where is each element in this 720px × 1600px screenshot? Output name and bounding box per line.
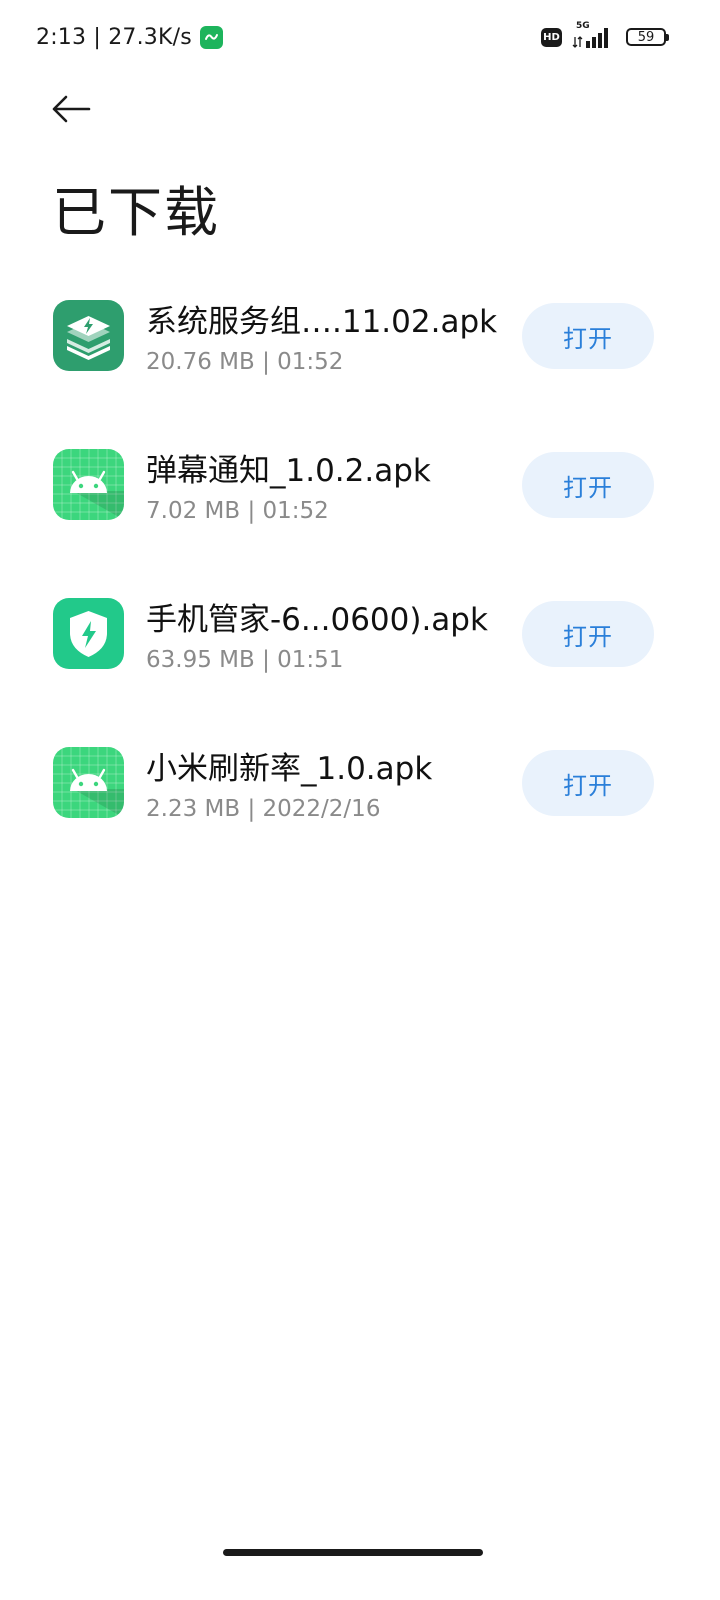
battery-level: 59 <box>637 29 655 45</box>
android-icon <box>53 747 124 818</box>
list-item[interactable]: 小米刷新率_1.0.apk 2.23 MB | 2022/2/16 打开 <box>0 733 720 882</box>
home-indicator[interactable] <box>223 1549 483 1556</box>
file-meta: 20.76 MB | 01:52 <box>146 349 344 375</box>
download-list: 系统服务组….11.02.apk 20.76 MB | 01:52 打开 弹幕通… <box>0 286 720 882</box>
open-button[interactable]: 打开 <box>522 303 654 369</box>
page-title: 已下载 <box>52 181 220 244</box>
android-icon <box>53 449 124 520</box>
file-name: 手机管家-6...0600).apk <box>146 602 488 638</box>
signal-icon: 5G <box>572 21 616 50</box>
list-item[interactable]: 系统服务组….11.02.apk 20.76 MB | 01:52 打开 <box>0 286 720 435</box>
file-name: 弹幕通知_1.0.2.apk <box>146 453 431 489</box>
file-meta: 63.95 MB | 01:51 <box>146 647 344 673</box>
downloads-screen: 2:13 | 27.3K/s HD 5G 59 已下载 系统服务组….11.02… <box>0 0 720 1600</box>
layers-bolt-icon <box>53 300 124 371</box>
file-meta: 2.23 MB | 2022/2/16 <box>146 796 381 822</box>
open-button[interactable]: 打开 <box>522 601 654 667</box>
back-button[interactable] <box>44 82 98 136</box>
battery-icon: 59 <box>626 28 669 46</box>
status-left: 2:13 | 27.3K/s <box>36 22 223 52</box>
status-right: HD 5G 59 <box>541 21 669 52</box>
open-button[interactable]: 打开 <box>522 452 654 518</box>
file-name: 小米刷新率_1.0.apk <box>146 751 433 787</box>
back-arrow-icon <box>52 95 91 123</box>
status-bar: 2:13 | 27.3K/s HD 5G 59 <box>0 0 720 72</box>
file-meta: 7.02 MB | 01:52 <box>146 498 329 524</box>
file-name: 系统服务组….11.02.apk <box>146 304 498 340</box>
list-item[interactable]: 弹幕通知_1.0.2.apk 7.02 MB | 01:52 打开 <box>0 435 720 584</box>
shield-bolt-icon <box>53 598 124 669</box>
list-item[interactable]: 手机管家-6...0600).apk 63.95 MB | 01:51 打开 <box>0 584 720 733</box>
notification-app-icon <box>199 25 223 49</box>
hd-icon: HD <box>541 27 562 47</box>
open-button[interactable]: 打开 <box>522 750 654 816</box>
status-time-speed: 2:13 | 27.3K/s <box>36 24 192 50</box>
